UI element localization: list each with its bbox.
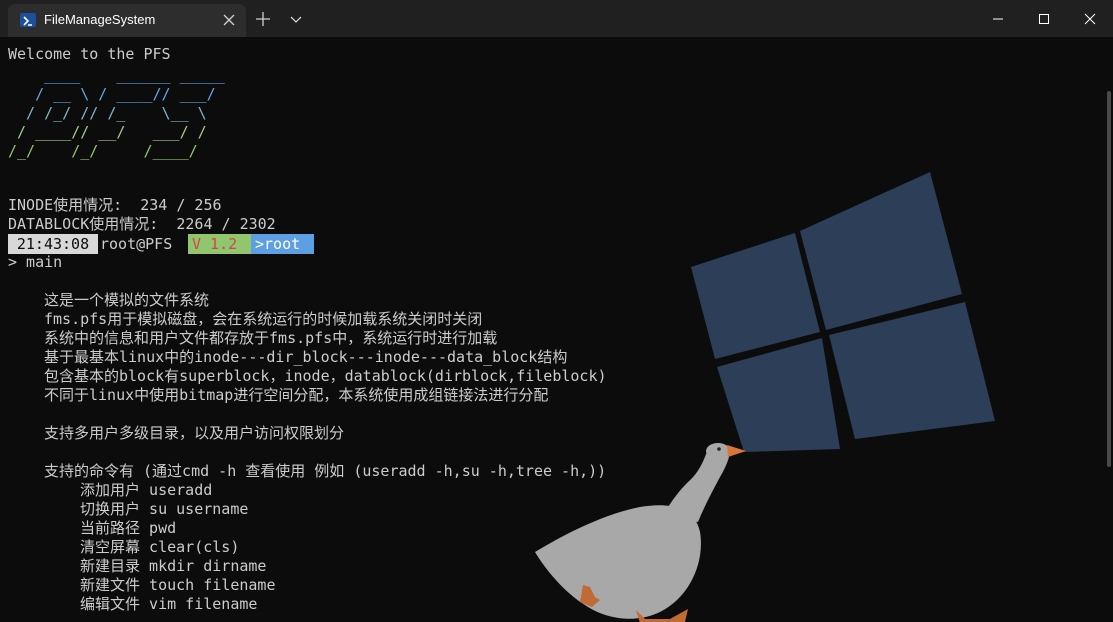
command-item: 编辑文件 vim filename <box>80 595 257 614</box>
command-desc: 新建目录 <box>80 557 141 575</box>
ascii-art-line: / __ \ / ____// ___/ <box>8 85 216 103</box>
command-item: 清空屏幕 clear(cls) <box>80 538 239 557</box>
command-input-line[interactable]: > main <box>8 253 62 272</box>
inode-usage: INODE使用情况: 234 / 256 <box>8 196 222 214</box>
chevron-down-icon[interactable] <box>289 12 303 26</box>
close-icon[interactable] <box>222 12 236 26</box>
description-line: fms.pfs用于模拟磁盘，会在系统运行的时候加载系统关闭时关闭 <box>44 310 483 328</box>
prompt-time: 21:43:08 <box>8 234 98 254</box>
command-desc: 添加用户 <box>80 481 141 499</box>
terminal-pane[interactable]: Welcome to the PFS ____ ______ _____ / _… <box>0 37 1113 622</box>
close-icon <box>1084 13 1096 24</box>
command-item: 当前路径 pwd <box>80 519 176 538</box>
description-line: 这是一个模拟的文件系统 <box>44 291 210 309</box>
vertical-scrollbar[interactable] <box>1107 91 1111 467</box>
ascii-art-line: / /_/ // /_ \__ \ <box>8 104 216 122</box>
powershell-icon <box>20 13 36 27</box>
command-syntax: clear(cls) <box>149 538 240 556</box>
prompt-path: >root <box>251 234 314 254</box>
windows-logo-icon <box>691 172 995 452</box>
tab-filemanagesystem[interactable]: FileManageSystem <box>8 4 246 37</box>
command-desc: 当前路径 <box>80 519 141 537</box>
command-syntax: mkdir dirname <box>149 557 267 575</box>
command-syntax: pwd <box>149 519 177 537</box>
maximize-icon <box>1039 13 1049 24</box>
command-desc: 编辑文件 <box>80 595 141 613</box>
description-line: 包含基本的block有superblock，inode，datablock(di… <box>44 367 607 385</box>
command-item: 新建文件 touch filename <box>80 576 275 595</box>
title-bar: FileManageSystem <box>0 0 1113 37</box>
maximize-button[interactable] <box>1021 0 1067 37</box>
close-button[interactable] <box>1067 0 1113 37</box>
minimize-button[interactable] <box>975 0 1021 37</box>
description-line: 不同于linux中使用bitmap进行空间分配，本系统使用成组链接法进行分配 <box>44 386 549 404</box>
commands-header: 支持的命令有 (通过cmd -h 查看使用 例如 (useradd -h,su … <box>44 462 607 480</box>
prompt-user: root@PFS <box>100 235 173 253</box>
command-item: 切换用户 su username <box>80 500 248 519</box>
description-line: 基于最基本linux中的inode---dir_block---inode---… <box>44 348 568 366</box>
prompt-bar: 21:43:08 root@PFS V 1.2 >root <box>8 234 314 254</box>
command-desc: 清空屏幕 <box>80 538 141 556</box>
command-item: 添加用户 useradd <box>80 481 212 500</box>
command-syntax: vim filename <box>149 595 258 613</box>
command-desc: 切换用户 <box>80 500 141 518</box>
prompt-version: V 1.2 <box>188 234 251 254</box>
ascii-art-line: / ____// __/ ___/ / <box>8 123 216 141</box>
command-item: 新建目录 mkdir dirname <box>80 557 266 576</box>
description-line: 系统中的信息和用户文件都存放于fms.pfs中，系统运行时进行加载 <box>44 329 498 347</box>
command-desc: 新建文件 <box>80 576 141 594</box>
welcome-text: Welcome to the PFS <box>8 45 171 63</box>
command-syntax: touch filename <box>149 576 276 594</box>
datablock-usage: DATABLOCK使用情况: 2264 / 2302 <box>8 215 276 233</box>
ascii-art-line: /_/ /_/ /____/ <box>8 142 216 160</box>
plus-icon[interactable] <box>255 11 271 27</box>
minimize-icon <box>993 18 1003 19</box>
command-syntax: useradd <box>149 481 213 499</box>
tab-title: FileManageSystem <box>44 12 156 27</box>
ascii-art-line: ____ ______ _____ <box>8 66 225 84</box>
multi-user-line: 支持多用户多级目录，以及用户访问权限划分 <box>44 424 345 442</box>
command-syntax: su username <box>149 500 249 518</box>
